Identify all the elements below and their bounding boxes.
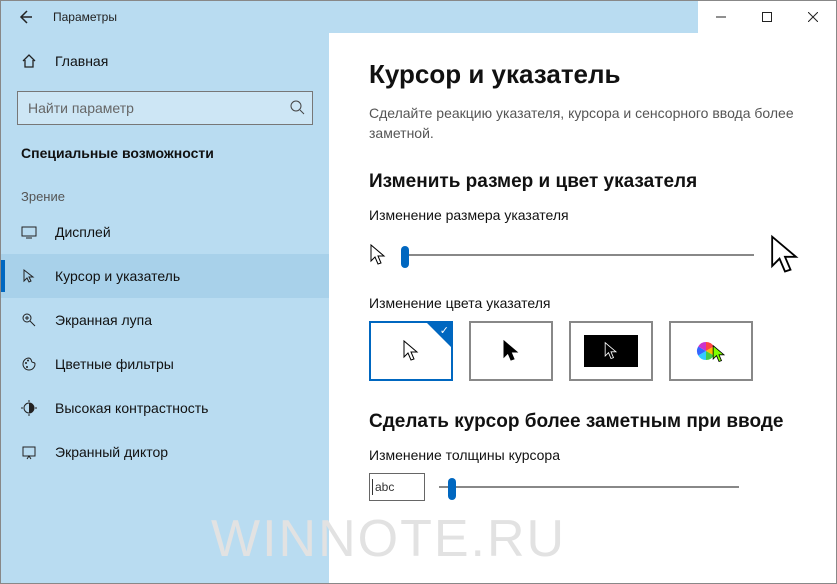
home-icon (21, 53, 37, 69)
sidebar: Главная Специальные возможности Зрение Д… (1, 33, 329, 583)
pointer-color-label: Изменение цвета указателя (369, 295, 802, 311)
sidebar-item-display[interactable]: Дисплей (1, 210, 329, 254)
titlebar: Параметры (1, 1, 836, 33)
section-pointer-title: Изменить размер и цвет указателя (369, 171, 802, 193)
page-title: Курсор и указатель (369, 59, 802, 90)
slider-thumb[interactable] (401, 246, 409, 268)
pointer-color-options: ✓ (369, 321, 802, 381)
magnifier-icon (21, 312, 37, 328)
sidebar-home[interactable]: Главная (1, 39, 329, 83)
sidebar-item-label: Экранный диктор (55, 444, 168, 460)
content-area: Курсор и указатель Сделайте реакцию указ… (329, 33, 836, 583)
pointer-color-black[interactable] (469, 321, 553, 381)
cursor-thickness-label: Изменение толщины курсора (369, 447, 802, 463)
cursor-inverted-icon (603, 341, 619, 361)
narrator-icon (21, 444, 37, 460)
sidebar-item-colorfilters[interactable]: Цветные фильтры (1, 342, 329, 386)
group-label: Зрение (1, 171, 329, 210)
thickness-preview: abc (369, 473, 425, 501)
pointer-color-custom[interactable] (669, 321, 753, 381)
contrast-icon (21, 400, 37, 416)
maximize-button[interactable] (744, 1, 790, 33)
search-icon (289, 99, 305, 115)
pointer-size-slider[interactable] (401, 254, 754, 256)
sidebar-item-label: Дисплей (55, 224, 111, 240)
slider-thumb[interactable] (448, 478, 456, 500)
cursor-thickness-slider[interactable] (439, 486, 739, 488)
sidebar-item-narrator[interactable]: Экранный диктор (1, 430, 329, 474)
check-icon: ✓ (440, 324, 449, 337)
close-button[interactable] (790, 1, 836, 33)
window-controls (698, 1, 836, 33)
back-button[interactable] (1, 1, 49, 33)
cursor-white-icon (402, 339, 420, 363)
page-description: Сделайте реакцию указателя, курсора и се… (369, 104, 802, 143)
sidebar-item-label: Высокая контрастность (55, 400, 208, 416)
arrow-left-icon (17, 9, 33, 25)
search-input[interactable] (17, 91, 313, 125)
sidebar-item-label: Цветные фильтры (55, 356, 174, 372)
sidebar-item-magnifier[interactable]: Экранная лупа (1, 298, 329, 342)
pointer-color-white[interactable]: ✓ (369, 321, 453, 381)
pointer-size-slider-row (369, 233, 802, 277)
sidebar-item-cursor[interactable]: Курсор и указатель (1, 254, 329, 298)
window-title: Параметры (53, 10, 117, 24)
text-caret (372, 479, 373, 495)
minimize-button[interactable] (698, 1, 744, 33)
pointer-size-label: Изменение размера указателя (369, 207, 802, 223)
search-wrap (17, 91, 313, 125)
home-label: Главная (55, 53, 108, 69)
section-cursor-title: Сделать курсор более заметным при вводе (369, 411, 802, 433)
cursor-small-icon (369, 243, 387, 267)
cursor-thickness-row: abc (369, 473, 802, 501)
cursor-black-icon (502, 339, 520, 363)
palette-icon (21, 356, 37, 372)
sidebar-item-label: Курсор и указатель (55, 268, 180, 284)
cursor-green-icon (711, 344, 727, 364)
sidebar-item-contrast[interactable]: Высокая контрастность (1, 386, 329, 430)
sidebar-item-label: Экранная лупа (55, 312, 152, 328)
display-icon (21, 224, 37, 240)
pointer-color-inverted[interactable] (569, 321, 653, 381)
preview-text: abc (375, 480, 394, 494)
cursor-big-icon (768, 233, 802, 277)
cursor-icon (21, 268, 37, 284)
category-header: Специальные возможности (1, 135, 329, 171)
